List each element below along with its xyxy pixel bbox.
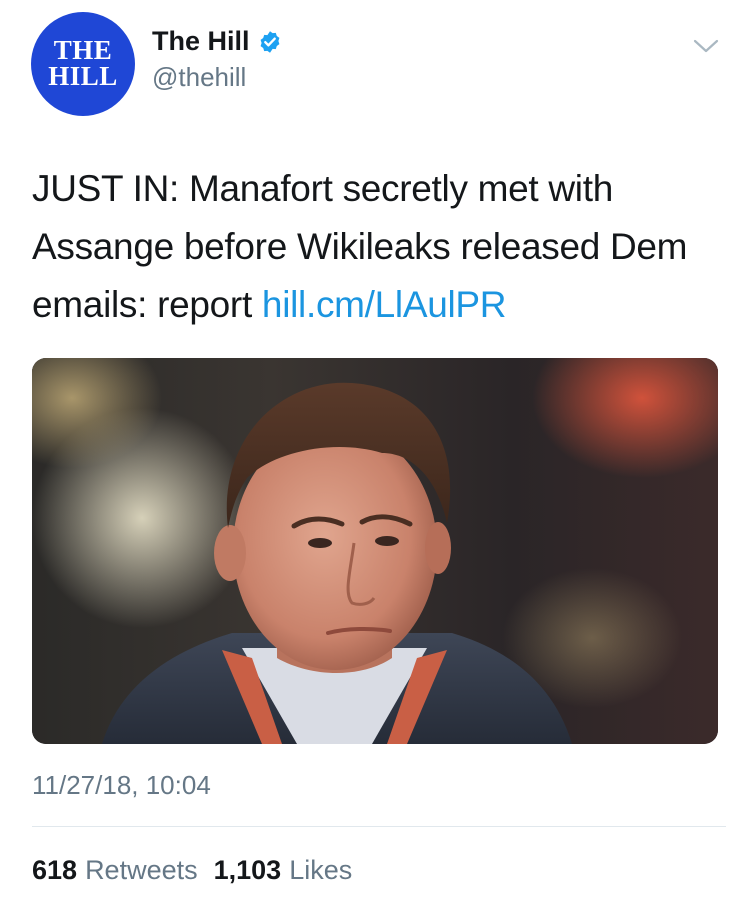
chevron-down-icon[interactable] <box>693 38 719 54</box>
user-handle[interactable]: @thehill <box>152 62 246 93</box>
display-name-row[interactable]: The Hill <box>152 26 282 57</box>
tweet-timestamp[interactable]: 11/27/18, 10:04 <box>32 770 211 801</box>
tweet-card: THE HILL The Hill @thehill JUST IN: Mana… <box>0 0 749 914</box>
avatar[interactable]: THE HILL <box>31 12 135 116</box>
display-name[interactable]: The Hill <box>152 26 250 57</box>
avatar-logo-line-2: HILL <box>48 61 118 91</box>
retweets-label[interactable]: Retweets <box>85 855 198 886</box>
tweet-text: JUST IN: Manafort secretly met with Assa… <box>32 160 722 334</box>
tweet-media-photo[interactable] <box>32 358 718 744</box>
likes-label[interactable]: Likes <box>289 855 352 886</box>
tweet-stats: 618 Retweets 1,103 Likes <box>32 855 368 886</box>
photo-illustration <box>32 358 718 744</box>
retweets-count[interactable]: 618 <box>32 855 77 886</box>
likes-count[interactable]: 1,103 <box>214 855 282 886</box>
tweet-link[interactable]: hill.cm/LlAulPR <box>262 284 507 325</box>
divider <box>32 826 726 827</box>
verified-icon <box>258 30 282 54</box>
